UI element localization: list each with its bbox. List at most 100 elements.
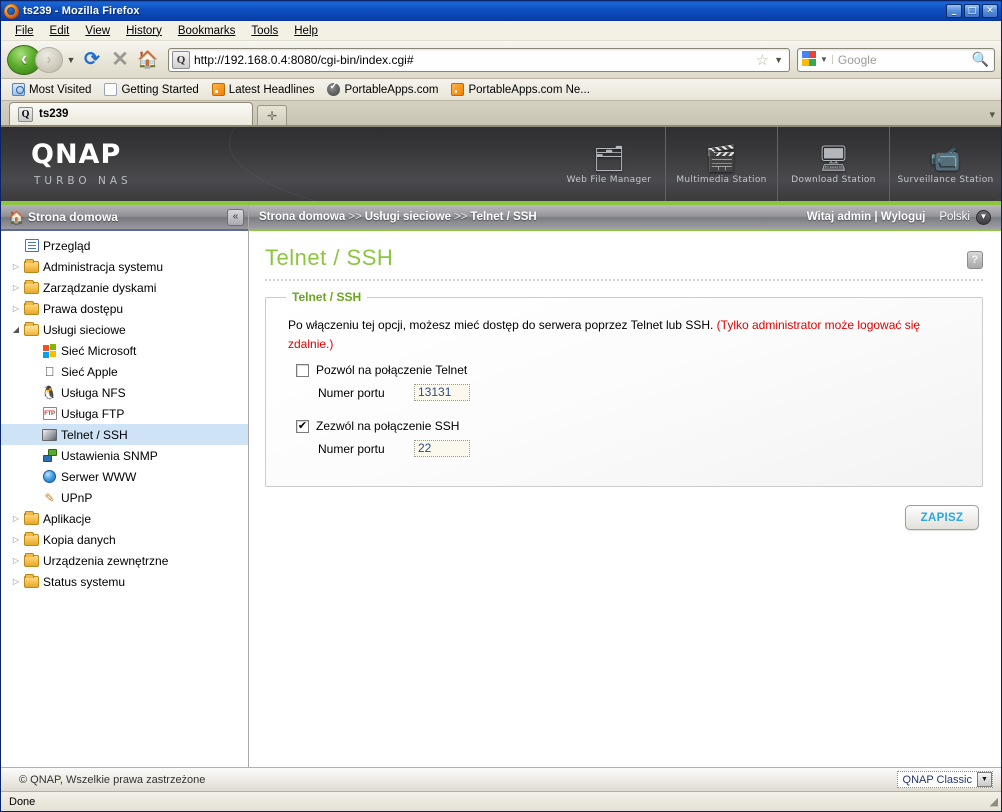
twisty-icon[interactable]: ▷ [9,514,23,523]
sidebar-item-upnp[interactable]: ✎ UPnP [1,487,248,508]
twisty-icon[interactable]: ▷ [9,262,23,271]
sidebar-item-telnet-ssh[interactable]: Telnet / SSH [1,424,248,445]
portableapps-icon [327,81,341,96]
search-icon[interactable]: 🔍 [972,51,994,68]
question-mark-icon: ? [971,254,979,266]
sidebar-item-administracja-systemu[interactable]: ▷ Administracja systemu [1,256,248,277]
menu-file[interactable]: File [7,23,42,39]
ssh-checkbox[interactable]: ✔ [296,419,309,433]
sidebar-item-serwer-www[interactable]: Serwer WWW [1,466,248,487]
ssh-port-input[interactable]: 22 [414,440,470,458]
search-bar[interactable]: ▼ Google 🔍 [797,47,995,72]
windows-icon [41,344,58,358]
breadcrumb-home[interactable]: Strona domowa [259,211,345,223]
bookmark-most-visited[interactable]: Most Visited [7,82,96,97]
sidebar-item-siec-microsoft[interactable]: Sieć Microsoft [1,340,248,361]
user-greeting-logout[interactable]: Witaj admin | Wyloguj [807,211,926,223]
theme-select[interactable]: QNAP Classic ▼ [896,771,993,788]
minimize-button[interactable]: _ [946,4,962,18]
sidebar-item-label: Telnet / SSH [61,427,128,442]
sidebar-item-kopia-danych[interactable]: ▷ Kopia danych [1,529,248,550]
window-title: ts239 - Mozilla Firefox [23,5,140,17]
sidebar-collapse-button[interactable]: « [227,208,244,226]
search-engine-caret-icon[interactable]: ▼ [820,55,833,64]
ssh-checkbox-label[interactable]: Zezwól na połączenie SSH [316,419,459,433]
telnet-port-input[interactable]: 13131 [414,384,470,402]
sidebar-item-zarzadzanie-dyskami[interactable]: ▷ Zarządzanie dyskami [1,277,248,298]
app-download-station[interactable]: 🖥 Download Station [777,127,889,201]
menu-edit[interactable]: Edit [42,23,78,39]
twisty-icon[interactable]: ▷ [9,283,23,292]
menu-tools[interactable]: Tools [243,23,286,39]
menu-bar: File Edit View History Bookmarks Tools H… [1,21,1001,41]
sidebar-item-uslugi-sieciowe[interactable]: ◢ Usługi sieciowe [1,319,248,340]
app-multimedia-station[interactable]: 🎬 Multimedia Station [665,127,777,201]
menu-view[interactable]: View [77,23,118,39]
forward-button[interactable]: › [35,46,63,73]
sidebar-item-usluga-ftp[interactable]: FTP Usługa FTP [1,403,248,424]
menu-bookmarks[interactable]: Bookmarks [170,23,244,39]
download-icon: 🖥 [817,145,850,173]
address-bar[interactable]: Q http://192.168.0.4:8080/cgi-bin/index.… [168,47,790,72]
tab-list-menu-button[interactable]: ▾ [989,108,995,121]
sidebar-item-przeglad[interactable]: Przegląd [1,235,248,256]
page-title-row: Telnet / SSH ? [265,245,983,279]
app-label: Web File Manager [566,175,652,185]
bookmark-portableapps[interactable]: PortableApps.com [322,81,443,97]
twisty-icon[interactable]: ◢ [9,325,23,334]
sidebar-item-label: Sieć Microsoft [61,343,137,358]
help-button[interactable]: ? [967,251,983,269]
reload-button[interactable]: ⟳ [79,47,105,73]
window-controls: _ □ ✕ [946,4,999,18]
save-button[interactable]: ZAPISZ [905,505,979,530]
qnap-tagline: TURBO NAS [34,175,132,188]
sidebar-item-usluga-nfs[interactable]: 🐧 Usługa NFS [1,382,248,403]
twisty-icon[interactable]: ▷ [9,577,23,586]
sidebar-item-siec-apple[interactable]:  Sieć Apple [1,361,248,382]
stop-button[interactable]: ✕ [107,47,133,73]
bookmark-latest-headlines[interactable]: Latest Headlines [207,82,320,97]
sidebar-item-status-systemu[interactable]: ▷ Status systemu [1,571,248,592]
resize-grip-icon[interactable]: ◢ [990,795,1001,808]
tab-ts239[interactable]: Q ts239 [9,102,253,125]
twisty-icon[interactable]: ▷ [9,304,23,313]
app-web-file-manager[interactable]: 🗂 Web File Manager [553,127,665,201]
twisty-icon[interactable]: ▷ [9,556,23,565]
breadcrumb-network-services[interactable]: Usługi sieciowe [365,211,451,223]
language-selector[interactable]: Polski ▼ [939,209,991,225]
close-button[interactable]: ✕ [982,4,998,18]
telnet-checkbox-label[interactable]: Pozwól na połączenie Telnet [316,363,467,377]
app-surveillance-station[interactable]: 📹 Surveillance Station [889,127,1001,201]
sidebar-item-label: Urządzenia zewnętrzne [43,553,169,568]
qnap-logo[interactable]: QNAP TURBO NAS [31,140,132,188]
bookmark-portableapps-news[interactable]: PortableApps.com Ne... [446,82,594,97]
breadcrumb-right: Witaj admin | Wyloguj Polski ▼ [807,209,991,225]
sidebar-header: 🏠 Strona domowa « [1,205,248,231]
twisty-icon[interactable]: ▷ [9,535,23,544]
bookmark-getting-started[interactable]: Getting Started [99,82,203,97]
menu-help[interactable]: Help [286,23,326,39]
bookmark-star-icon[interactable]: ☆ [754,51,771,69]
app-label: Surveillance Station [897,175,994,185]
new-tab-button[interactable]: ✛ [257,105,287,125]
history-dropdown-button[interactable]: ▼ [65,55,77,65]
sidebar-item-label: Zarządzanie dyskami [43,280,157,295]
maximize-button[interactable]: □ [964,4,980,18]
search-input[interactable]: Google [838,53,972,67]
sidebar-item-urzadzenia-zewnetrzne[interactable]: ▷ Urządzenia zewnętrzne [1,550,248,571]
menu-history[interactable]: History [118,23,170,39]
urlbar-dropdown-icon[interactable]: ▼ [771,55,789,65]
sidebar-item-ustawienia-snmp[interactable]: Ustawienia SNMP [1,445,248,466]
folder-icon [23,531,40,546]
url-input[interactable]: http://192.168.0.4:8080/cgi-bin/index.cg… [194,53,754,67]
menu-tools-label: Tools [251,24,279,37]
sidebar-item-label: Prawa dostępu [43,301,124,316]
home-button[interactable]: 🏠 [135,47,161,73]
telnet-checkbox[interactable] [296,363,309,377]
folder-icon [23,573,40,588]
telnet-port-label: Numer portu [318,385,385,400]
folder-icon [23,510,40,525]
sidebar-item-aplikacje[interactable]: ▷ Aplikacje [1,508,248,529]
fieldset-legend: Telnet / SSH [286,290,368,304]
sidebar-item-prawa-dostepu[interactable]: ▷ Prawa dostępu [1,298,248,319]
